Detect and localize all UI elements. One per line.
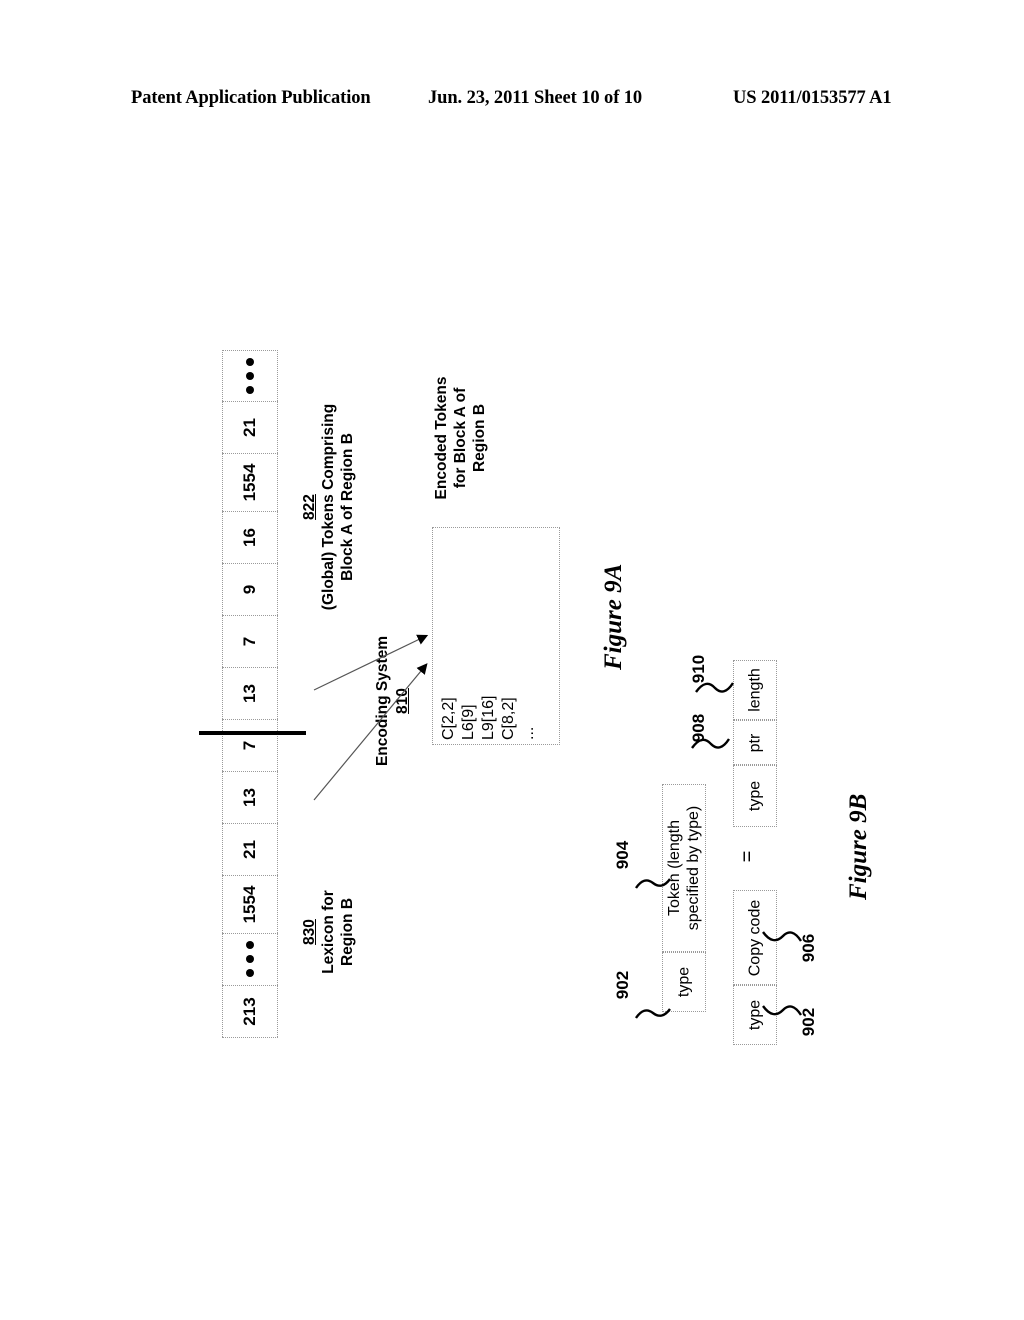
leader-904 [635, 878, 671, 889]
token-cell: 9 [222, 564, 278, 616]
token-cell: 16 [222, 512, 278, 564]
leader-906 [762, 931, 803, 942]
token-cell: 7 [222, 720, 278, 772]
encoded-title-line3: Region B [471, 403, 488, 473]
block-divider-bar [199, 731, 306, 735]
publication-date-sheet: Jun. 23, 2011 Sheet 10 of 10 [428, 88, 643, 108]
token-cell: 1554 [222, 876, 278, 934]
publication-number: US 2011/0153577 A1 [733, 88, 892, 108]
token-cell-ellipsis [222, 934, 278, 986]
token-cell-ellipsis [222, 350, 278, 402]
arrow-lexicon-to-encoder [313, 634, 429, 691]
encoded-title-line2: for Block A of [452, 387, 469, 489]
leader-902-row2 [762, 1005, 803, 1016]
encoded-title-line1: Encoded Tokens [433, 376, 450, 500]
token-cell: 21 [222, 402, 278, 454]
leader-910 [695, 682, 735, 693]
token-cell: 13 [222, 668, 278, 720]
encoded-token-entry: C[8,2] [500, 697, 517, 740]
encoded-tokens-box: C[2,2] L6[9] L9[16] C[8,2] ... [432, 527, 560, 745]
label-830-line2: Region B [339, 897, 356, 967]
encoded-token-entry: ... [520, 726, 537, 740]
token-cell: 1554 [222, 454, 278, 512]
patent-header: Patent Application Publication Jun. 23, … [0, 88, 1024, 118]
encoded-tokens-list: C[2,2] L6[9] L9[16] C[8,2] ... [439, 696, 539, 740]
token-cell: 7 [222, 616, 278, 668]
leader-902-row1 [635, 1008, 671, 1019]
token-cell: 13 [222, 772, 278, 824]
encoded-token-entry: C[2,2] [440, 697, 457, 740]
publication-title: Patent Application Publication [131, 88, 371, 108]
label-830-lexicon: 830 Lexicon for Region B [300, 842, 357, 1022]
encoded-token-entry: L9[16] [480, 695, 497, 740]
token-cell: 21 [222, 824, 278, 876]
leader-908 [691, 738, 731, 749]
ref-number-830: 830 [301, 919, 318, 945]
label-830-line1: Lexicon for [320, 890, 337, 974]
leader-lines-9b [635, 682, 803, 1019]
arrow-tokens-to-encoder [313, 663, 428, 801]
encoded-tokens-title: Encoded Tokens for Block A of Region B [432, 358, 489, 518]
encoding-arrows [313, 634, 429, 801]
token-cell: 213 [222, 986, 278, 1038]
token-strip: 213 1554 21 13 7 13 7 9 16 1554 21 [222, 350, 278, 1038]
encoded-token-entry: L6[9] [460, 704, 477, 740]
figure-9b-caption: Figure 9B [845, 793, 872, 900]
